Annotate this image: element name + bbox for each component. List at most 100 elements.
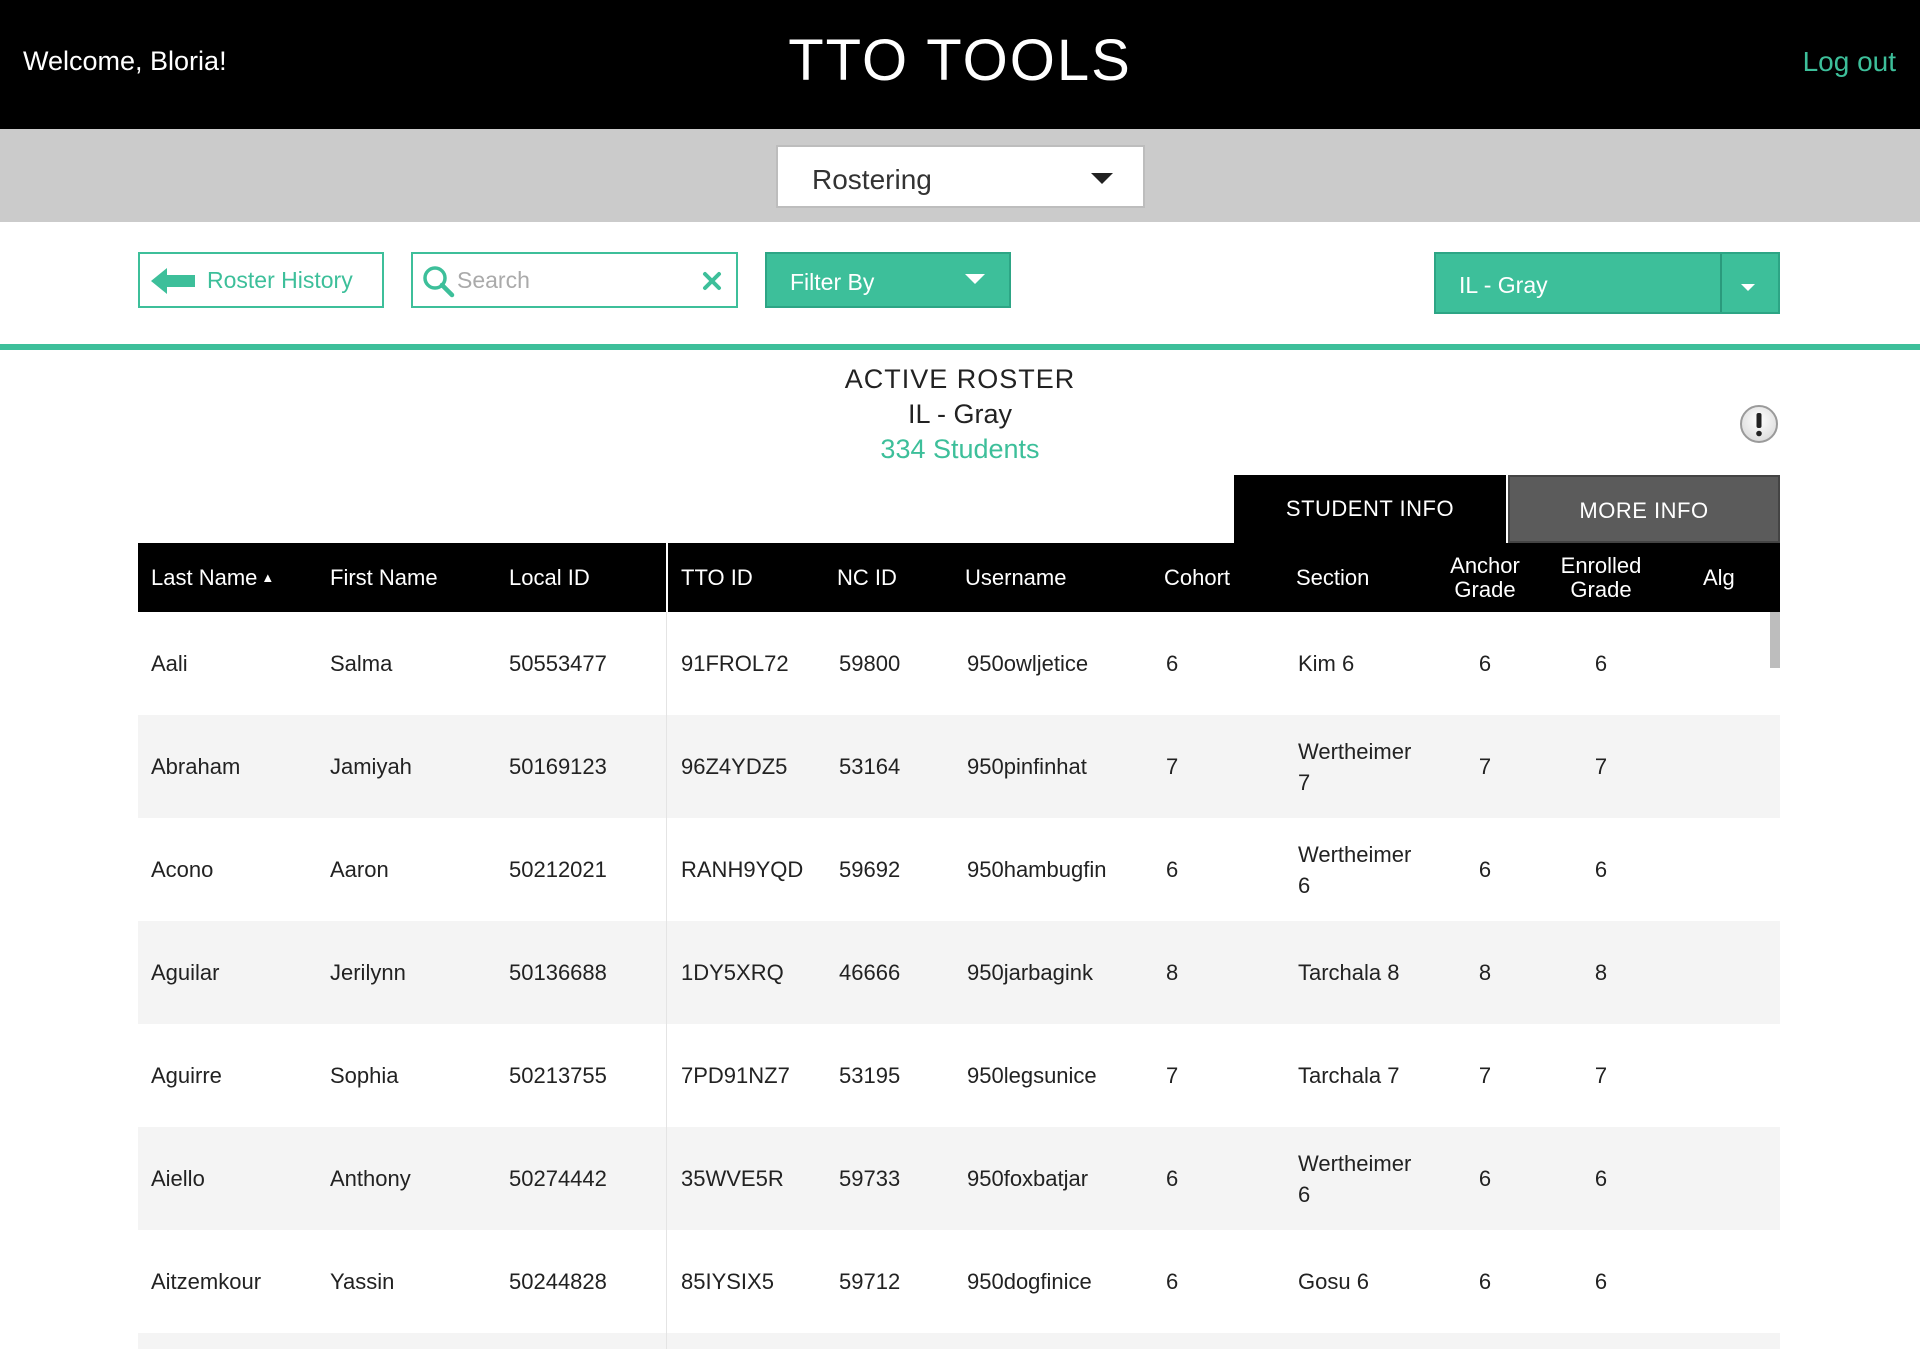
- cell-nc-id: 53195: [839, 1063, 901, 1088]
- cell-first-name: Sophia: [330, 1063, 399, 1088]
- column-nc-id[interactable]: NC ID: [837, 543, 897, 612]
- cell-username: 950jarbagink: [967, 960, 1093, 985]
- cell-username: 950pinfinhat: [967, 754, 1087, 779]
- cell-section-line1: Wertheimer: [1298, 738, 1412, 764]
- app-title: TTO TOOLS: [788, 28, 1132, 93]
- header-separator: [666, 543, 668, 612]
- cell-username: 950foxbatjar: [967, 1166, 1089, 1191]
- cell-section-line1: Gosu 6: [1298, 1269, 1369, 1294]
- chevron-down-icon: [1091, 173, 1113, 184]
- table-row[interactable]: Aguilar Jerilynn 50136688 1DY5XRQ 46666 …: [138, 921, 1780, 1024]
- cell-local-id: 50169123: [509, 754, 607, 779]
- cell-first-name: Aaron: [330, 857, 389, 882]
- column-separator: [666, 612, 667, 715]
- chevron-down-icon[interactable]: [1741, 284, 1755, 291]
- cell-username: 950legsunice: [967, 1063, 1097, 1088]
- roster-history-label: Roster History: [207, 267, 353, 293]
- cell-anchor-grade: 6: [1478, 1269, 1492, 1294]
- cell-enrolled-grade: 6: [1594, 651, 1608, 676]
- column-local-id[interactable]: Local ID: [509, 543, 590, 612]
- column-separator: [666, 1333, 667, 1349]
- cell-tto-id: RANH9YQD: [681, 857, 804, 882]
- alert-info-icon[interactable]: [1739, 404, 1779, 444]
- tab-student-info[interactable]: STUDENT INFO: [1234, 475, 1506, 543]
- cell-enrolled-grade: 7: [1594, 1063, 1608, 1088]
- cell-section-line2: 7: [1298, 769, 1311, 795]
- table-row[interactable]: Aitzemkour Yassin 50244828 85IYSIX5 5971…: [138, 1230, 1780, 1333]
- cell-last-name: Aguilar: [151, 960, 220, 985]
- arrow-left-icon: [151, 268, 195, 294]
- cell-anchor-grade: 8: [1478, 960, 1492, 985]
- column-anchor-grade[interactable]: Anchor Grade: [1440, 543, 1530, 612]
- cell-nc-id: 46666: [839, 960, 901, 985]
- table-row[interactable]: Abraham Jamiyah 50169123 96Z4YDZ5 53164 …: [138, 715, 1780, 818]
- cell-section: Wertheimer 6: [1298, 818, 1411, 921]
- column-separator: [666, 921, 667, 1024]
- cell-last-name: Aitzemkour: [151, 1269, 262, 1294]
- cell-username: 950hambugfin: [967, 857, 1107, 882]
- cell-nc-id: 59733: [839, 1166, 901, 1191]
- table-row[interactable]: Aali Salma 50553477 91FROL72 59800 950ow…: [138, 612, 1780, 715]
- column-separator: [666, 715, 667, 818]
- cell-enrolled-grade: 6: [1594, 857, 1608, 882]
- cell-last-name: Aguirre: [151, 1063, 222, 1088]
- column-username[interactable]: Username: [965, 543, 1066, 612]
- filter-by-dropdown[interactable]: Filter By: [765, 252, 1011, 308]
- cell-tto-id: 85IYSIX5: [681, 1269, 774, 1294]
- column-separator: [666, 1024, 667, 1127]
- table-row[interactable]: Aguirre Sophia 50213755 7PD91NZ7 53195 9…: [138, 1024, 1780, 1127]
- column-enrolled-grade[interactable]: Enrolled Grade: [1556, 543, 1646, 612]
- column-separator: [666, 818, 667, 921]
- column-cohort[interactable]: Cohort: [1164, 543, 1230, 612]
- cell-first-name: Jerilynn: [330, 960, 406, 985]
- school-dropdown[interactable]: IL - Gray: [1434, 252, 1780, 314]
- cell-tto-id: 1DY5XRQ: [681, 960, 784, 985]
- cell-enrolled-grade: 7: [1594, 754, 1608, 779]
- top-header: Welcome, Bloria! TTO TOOLS Log out: [0, 0, 1920, 129]
- cell-enrolled-grade: 6: [1594, 1269, 1608, 1294]
- column-separator: [666, 1127, 667, 1230]
- cell-nc-id: 59692: [839, 857, 901, 882]
- tab-more-info[interactable]: MORE INFO: [1508, 475, 1780, 543]
- cell-section: Tarchala 7: [1298, 1024, 1400, 1127]
- cell-section: Wertheimer 7: [1298, 715, 1411, 818]
- search-box: [411, 252, 738, 308]
- cell-section-line1: Kim 6: [1298, 651, 1355, 676]
- column-first-name[interactable]: First Name: [330, 543, 438, 612]
- column-separator: [666, 1230, 667, 1333]
- cell-last-name: Acono: [151, 857, 214, 882]
- table-row[interactable]: Aiello Anthony 50274442 35WVE5R 59733 95…: [138, 1127, 1780, 1230]
- cell-local-id: 50213755: [509, 1063, 607, 1088]
- search-icon: [423, 266, 455, 298]
- cell-section-line1: Wertheimer: [1298, 1150, 1412, 1176]
- table-row[interactable]: Acono Aaron 50212021 RANH9YQD 59692 950h…: [138, 818, 1780, 921]
- table-scrollbar[interactable]: [1770, 612, 1780, 668]
- module-dropdown[interactable]: Rostering: [776, 145, 1145, 208]
- cell-last-name: Aali: [151, 651, 188, 676]
- column-last-name[interactable]: Last Name ▲: [151, 543, 274, 612]
- close-icon[interactable]: [702, 271, 722, 291]
- column-section[interactable]: Section: [1296, 543, 1369, 612]
- logout-link[interactable]: Log out: [1803, 46, 1896, 78]
- column-alg[interactable]: Alg: [1703, 543, 1735, 612]
- cell-nc-id: 53164: [839, 754, 901, 779]
- cell-last-name: Aiello: [151, 1166, 205, 1191]
- cell-section: Kim 6: [1298, 612, 1354, 715]
- column-tto-id[interactable]: TTO ID: [681, 543, 753, 612]
- search-input[interactable]: [457, 264, 697, 296]
- cell-local-id: 50212021: [509, 857, 607, 882]
- roster-history-button[interactable]: Roster History: [138, 252, 384, 308]
- cell-anchor-grade: 6: [1478, 857, 1492, 882]
- cell-section-line1: Tarchala 7: [1298, 1063, 1400, 1088]
- cell-anchor-grade: 6: [1478, 1166, 1492, 1191]
- cell-first-name: Jamiyah: [330, 754, 412, 779]
- cell-anchor-grade: 7: [1478, 1063, 1492, 1088]
- cell-tto-id: 96Z4YDZ5: [681, 754, 788, 779]
- cell-tto-id: 35WVE5R: [681, 1166, 784, 1191]
- cell-nc-id: 59800: [839, 651, 901, 676]
- cell-cohort: 6: [1166, 857, 1179, 882]
- cell-local-id: 50274442: [509, 1166, 607, 1191]
- cell-section-line1: Wertheimer: [1298, 841, 1412, 867]
- column-last-name-label: Last Name: [151, 564, 258, 590]
- table-row[interactable]: [138, 1333, 1780, 1349]
